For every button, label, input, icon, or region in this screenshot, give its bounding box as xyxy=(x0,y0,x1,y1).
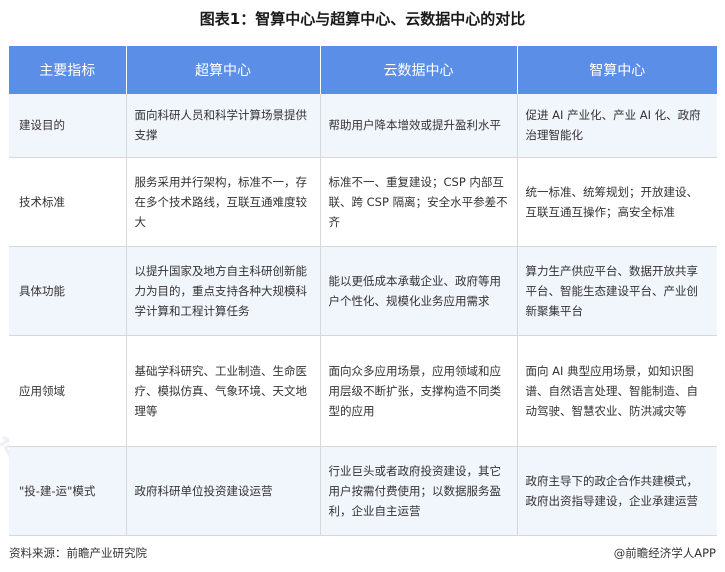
table-cell: 面向众多应用场景，应用领域和应用层级不断扩张，支撑构造不同类型的应用 xyxy=(320,335,518,448)
comparison-table-container: 主要指标 超算中心 云数据中心 智算中心 建设目的 面向科研人员和科学计算场景提… xyxy=(9,46,717,536)
table-cell: 政府主导下的政企合作共建模式，政府出资指导建设，企业承建运营 xyxy=(517,446,717,536)
row-label: 建设目的 xyxy=(9,94,127,158)
row-label: 技术标准 xyxy=(9,157,127,247)
table-cell: 面向 AI 典型应用场景，如知识图谱、自然语言处理、智能制造、自动驾驶、智慧农业… xyxy=(517,335,717,448)
source-note: 资料来源：前瞻产业研究院 xyxy=(9,546,147,560)
comparison-table: 主要指标 超算中心 云数据中心 智算中心 建设目的 面向科研人员和科学计算场景提… xyxy=(9,46,717,536)
table-cell: 能以更低成本承载企业、政府等用户个性化、规模化业务应用需求 xyxy=(320,246,518,336)
header-cell-supercomputing: 超算中心 xyxy=(126,46,321,94)
table-cell: 面向科研人员和科学计算场景提供支撑 xyxy=(126,94,321,158)
table-cell: 促进 AI 产业化、产业 AI 化、政府治理智能化 xyxy=(517,94,717,158)
table-cell: 帮助用户降本增效或提升盈利水平 xyxy=(320,94,518,158)
table-row: 建设目的 面向科研人员和科学计算场景提供支撑 帮助用户降本增效或提升盈利水平 促… xyxy=(9,94,717,158)
credit-note: @前瞻经济学人APP xyxy=(613,546,716,560)
table-row: 技术标准 服务采用并行架构，标准不一，存在多个技术路线，互联互通难度较大 标准不… xyxy=(9,157,717,247)
table-header-row: 主要指标 超算中心 云数据中心 智算中心 xyxy=(9,46,717,94)
table-row: 具体功能 以提升国家及地方自主科研创新能力为目的，重点支持各种大规模科学计算和工… xyxy=(9,246,717,336)
table-row: 应用领域 基础学科研究、工业制造、生命医疗、模拟仿真、气象环境、天文地理等 面向… xyxy=(9,335,717,448)
table-row: "投-建-运"模式 政府科研单位投资建设运营 行业巨头或者政府投资建设，其它用户… xyxy=(9,446,717,536)
table-cell: 标准不一、重复建设；CSP 内部互联、跨 CSP 隔离；安全水平参差不齐 xyxy=(320,157,518,247)
table-cell: 算力生产供应平台、数据开放共享平台、智能生态建设平台、产业创新聚集平台 xyxy=(517,246,717,336)
table-cell: 基础学科研究、工业制造、生命医疗、模拟仿真、气象环境、天文地理等 xyxy=(126,335,321,448)
table-cell: 统一标准、统筹规划；开放建设、互联互通互操作；高安全标准 xyxy=(517,157,717,247)
table-cell: 服务采用并行架构，标准不一，存在多个技术路线，互联互通难度较大 xyxy=(126,157,321,247)
row-label: 应用领域 xyxy=(9,335,127,448)
header-cell-indicator: 主要指标 xyxy=(9,46,127,94)
table-cell: 政府科研单位投资建设运营 xyxy=(126,446,321,536)
header-cell-cloud-data: 云数据中心 xyxy=(320,46,518,94)
header-cell-intelligent-computing: 智算中心 xyxy=(517,46,717,94)
row-label: "投-建-运"模式 xyxy=(9,446,127,536)
table-cell: 行业巨头或者政府投资建设，其它用户按需付费使用；以数据服务盈利，企业自主运营 xyxy=(320,446,518,536)
chart-title: 图表1：智算中心与超算中心、云数据中心的对比 xyxy=(199,10,526,28)
row-label: 具体功能 xyxy=(9,246,127,336)
table-cell: 以提升国家及地方自主科研创新能力为目的，重点支持各种大规模科学计算和工程计算任务 xyxy=(126,246,321,336)
